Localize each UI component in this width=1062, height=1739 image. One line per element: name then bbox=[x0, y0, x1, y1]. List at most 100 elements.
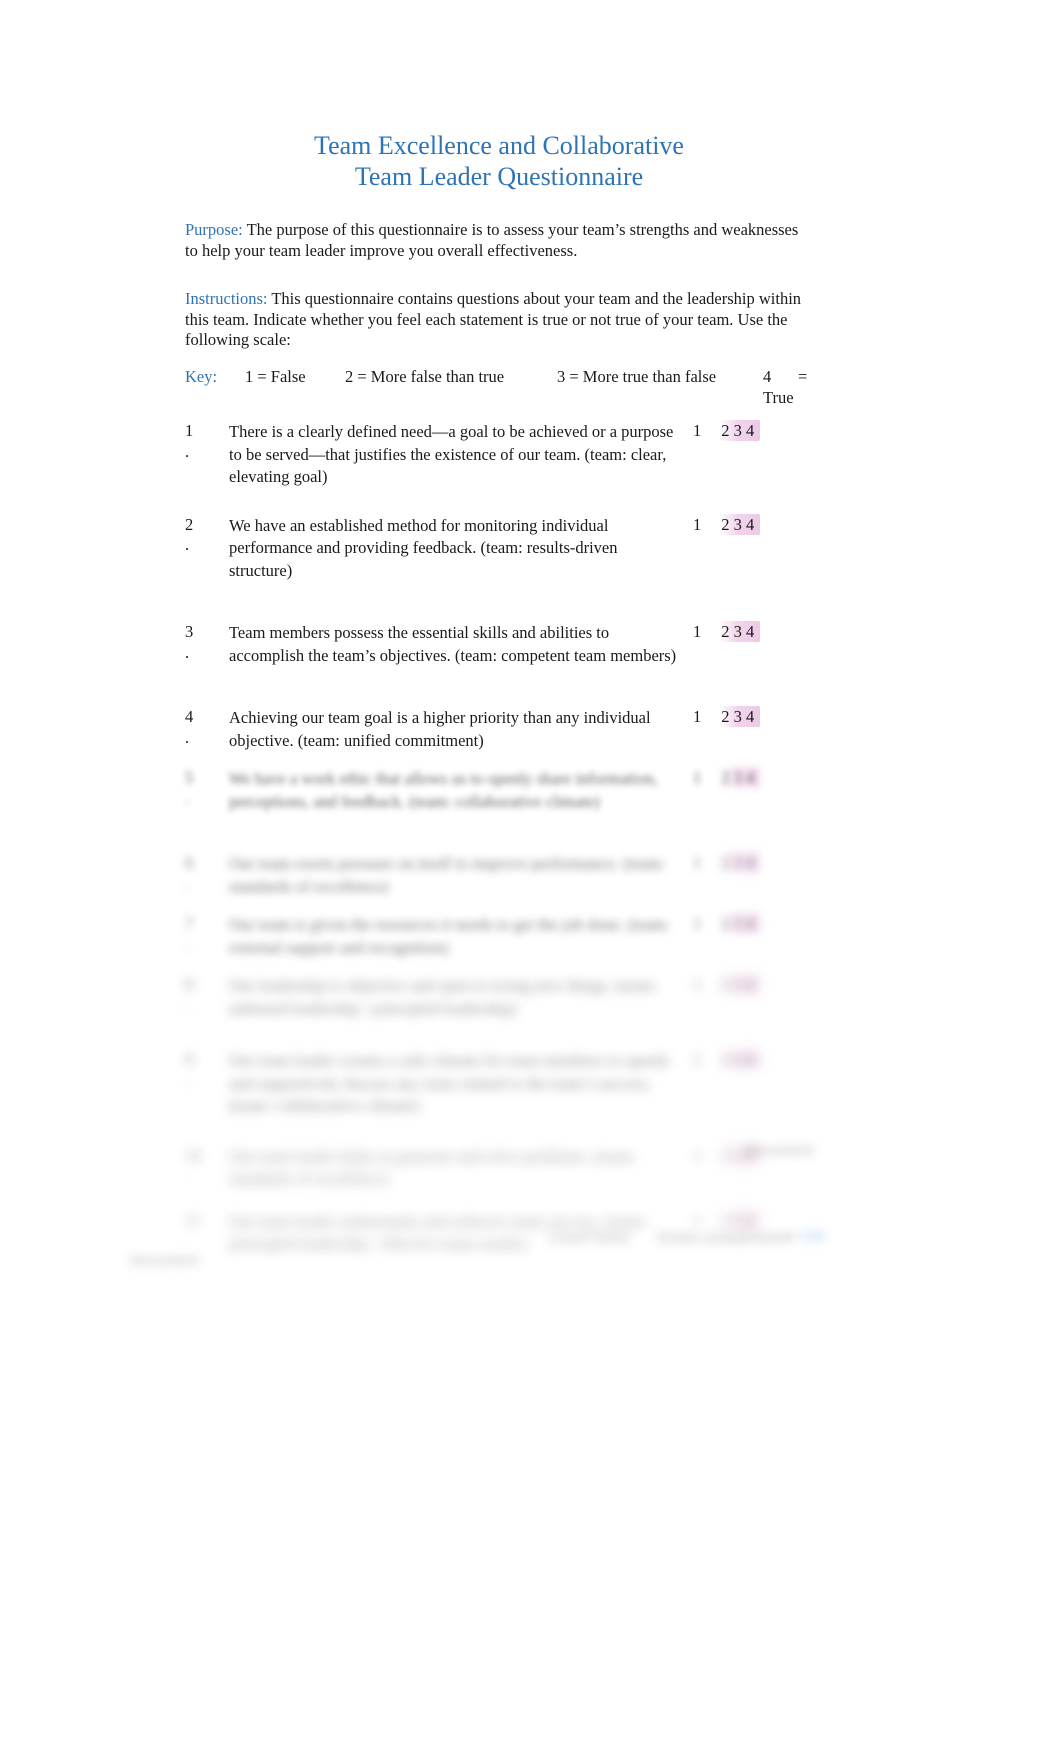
scale-option-4[interactable]: 4 bbox=[746, 975, 754, 994]
scale-option-4[interactable]: 4 bbox=[746, 853, 754, 872]
scale-option-4[interactable]: 4 bbox=[746, 1050, 754, 1069]
scale-option-1[interactable]: 1 bbox=[693, 622, 701, 641]
question-text: Achieving our team goal is a higher prio… bbox=[229, 708, 651, 750]
answer-scale[interactable]: 1 2 3 4 bbox=[693, 767, 813, 789]
scale-option-3[interactable]: 3 bbox=[734, 768, 742, 787]
scale-option-4[interactable]: 4 bbox=[746, 622, 754, 641]
question-text: We have a work ethic that allows us to o… bbox=[229, 769, 658, 811]
scale-option-3[interactable]: 3 bbox=[734, 853, 742, 872]
instructions-text: This questionnaire contains questions ab… bbox=[185, 289, 802, 349]
question-number-dot: . bbox=[185, 1070, 190, 1090]
question-row: 3 . Team members possess the essential s… bbox=[185, 621, 813, 667]
answer-scale[interactable]: 1 2 3 4 bbox=[693, 420, 813, 442]
question-text: Team members possess the essential skill… bbox=[229, 623, 677, 665]
scale-option-4[interactable]: 4 bbox=[746, 515, 754, 534]
question-text: Our leadership is objective and open to … bbox=[229, 976, 658, 1018]
scale-option-2[interactable]: 2 bbox=[721, 515, 729, 534]
footer-mark-a: Document bbox=[745, 1142, 814, 1159]
scale-option-3[interactable]: 3 bbox=[734, 421, 742, 440]
scale-option-3[interactable]: 3 bbox=[734, 975, 742, 994]
footer-mark-section: TEAM LEADERSHIP bbox=[655, 1230, 796, 1247]
question-number: 2 . bbox=[185, 515, 205, 556]
purpose-text: The purpose of this questionnaire is to … bbox=[185, 220, 799, 260]
scale-option-2[interactable]: 2 bbox=[721, 975, 729, 994]
purpose-label: Purpose: bbox=[185, 220, 243, 239]
question-row: 8 . Our leadership is objective and open… bbox=[185, 974, 813, 1020]
answer-scale[interactable]: 1 2 3 4 bbox=[693, 621, 813, 643]
key-row: Key: 1 = False 2 = More false than true … bbox=[185, 367, 813, 411]
question-number: 6 . bbox=[185, 853, 205, 894]
question-number-value: 1 bbox=[185, 421, 194, 440]
answer-scale[interactable]: 1 2 3 4 bbox=[693, 852, 813, 874]
scale-option-1[interactable]: 1 bbox=[693, 768, 701, 787]
key-option-1: 1 = False bbox=[245, 367, 306, 386]
scale-option-1[interactable]: 1 bbox=[693, 1050, 701, 1069]
question-number: 3 . bbox=[185, 622, 205, 663]
scale-option-4[interactable]: 4 bbox=[746, 707, 754, 726]
scale-option-3[interactable]: 3 bbox=[734, 914, 742, 933]
scale-option-1[interactable]: 1 bbox=[693, 421, 701, 440]
question-number-dot: . bbox=[185, 727, 190, 747]
instructions-label: Instructions: bbox=[185, 289, 268, 308]
question-number-dot: . bbox=[185, 535, 190, 554]
page-title: Team Excellence and Collaborative Team L… bbox=[185, 130, 813, 192]
question-number-dot: . bbox=[185, 788, 190, 808]
document-page: Team Excellence and Collaborative Team L… bbox=[0, 0, 1062, 1739]
scale-option-3[interactable]: 3 bbox=[734, 1050, 742, 1069]
question-row: 5 . We have a work ethic that allows us … bbox=[185, 767, 813, 813]
answer-scale[interactable]: 1 2 3 4 bbox=[693, 513, 813, 536]
question-text: Our team exerts pressure on itself to im… bbox=[229, 854, 666, 896]
scale-option-2[interactable]: 2 bbox=[721, 421, 729, 440]
scale-option-4[interactable]: 4 bbox=[746, 768, 754, 787]
answer-scale[interactable]: 1 2 3 4 bbox=[693, 706, 813, 728]
scale-option-1[interactable]: 1 bbox=[693, 515, 701, 534]
question-number: 4 . bbox=[185, 707, 205, 748]
key-option-3: 3 = More true than false bbox=[557, 367, 717, 386]
scale-option-1[interactable]: 1 bbox=[693, 914, 701, 933]
scale-option-1[interactable]: 1 bbox=[693, 853, 701, 872]
key-option-2: 2 = More false than true bbox=[345, 367, 505, 386]
scale-option-1[interactable]: 1 bbox=[693, 975, 701, 994]
answer-scale[interactable]: 1 2 3 4 bbox=[693, 913, 813, 935]
footer-watermarks: Document CHAPTERS TEAM LEADERSHIP 298 Do… bbox=[0, 1100, 1062, 1360]
answer-scale[interactable]: 1 2 3 4 bbox=[693, 1049, 813, 1071]
purpose-paragraph: Purpose: The purpose of this questionnai… bbox=[185, 220, 813, 261]
question-text: We have an established method for monito… bbox=[229, 515, 618, 580]
scale-option-2[interactable]: 2 bbox=[721, 914, 729, 933]
question-number-dot: . bbox=[185, 441, 190, 461]
key-label: Key: bbox=[185, 367, 218, 386]
scale-option-3[interactable]: 3 bbox=[734, 515, 742, 534]
instructions-paragraph: Instructions: This questionnaire contain… bbox=[185, 289, 813, 351]
scale-option-1[interactable]: 1 bbox=[693, 707, 701, 726]
scale-option-4[interactable]: 4 bbox=[746, 914, 754, 933]
scale-option-3[interactable]: 3 bbox=[734, 707, 742, 726]
question-number-value: 7 bbox=[185, 914, 194, 933]
question-number: 7 . bbox=[185, 914, 205, 955]
scale-option-4[interactable]: 4 bbox=[746, 421, 754, 440]
key-option-4-word: True bbox=[763, 388, 794, 407]
answer-scale[interactable]: 1 2 3 4 bbox=[693, 974, 813, 996]
footer-mark-page-number: 298 bbox=[800, 1228, 826, 1245]
question-number: 9 . bbox=[185, 1050, 205, 1091]
question-number: 1 . bbox=[185, 421, 205, 462]
question-row: 1 . There is a clearly defined need—a go… bbox=[185, 420, 813, 489]
key-option-4-equals: = bbox=[798, 367, 808, 386]
question-number-dot: . bbox=[185, 995, 190, 1015]
question-number-value: 4 bbox=[185, 707, 194, 726]
question-text: Our team is given the resources it needs… bbox=[229, 915, 670, 957]
scale-option-2[interactable]: 2 bbox=[721, 768, 729, 787]
question-number-dot: . bbox=[185, 934, 190, 954]
page-title-line2: Team Leader Questionnaire bbox=[354, 162, 644, 191]
question-number-dot: . bbox=[185, 642, 190, 662]
question-text: There is a clearly defined need—a goal t… bbox=[229, 422, 674, 486]
scale-option-2[interactable]: 2 bbox=[721, 622, 729, 641]
key-option-4-number: 4 bbox=[763, 367, 772, 386]
scale-option-2[interactable]: 2 bbox=[721, 1050, 729, 1069]
scale-option-2[interactable]: 2 bbox=[721, 707, 729, 726]
question-number-value: 6 bbox=[185, 853, 194, 872]
footer-mark-chapter: CHAPTERS bbox=[548, 1230, 630, 1247]
page-title-line1: Team Excellence and Collaborative bbox=[314, 131, 684, 160]
question-number: 5 . bbox=[185, 768, 205, 809]
scale-option-2[interactable]: 2 bbox=[721, 853, 729, 872]
scale-option-3[interactable]: 3 bbox=[734, 622, 742, 641]
